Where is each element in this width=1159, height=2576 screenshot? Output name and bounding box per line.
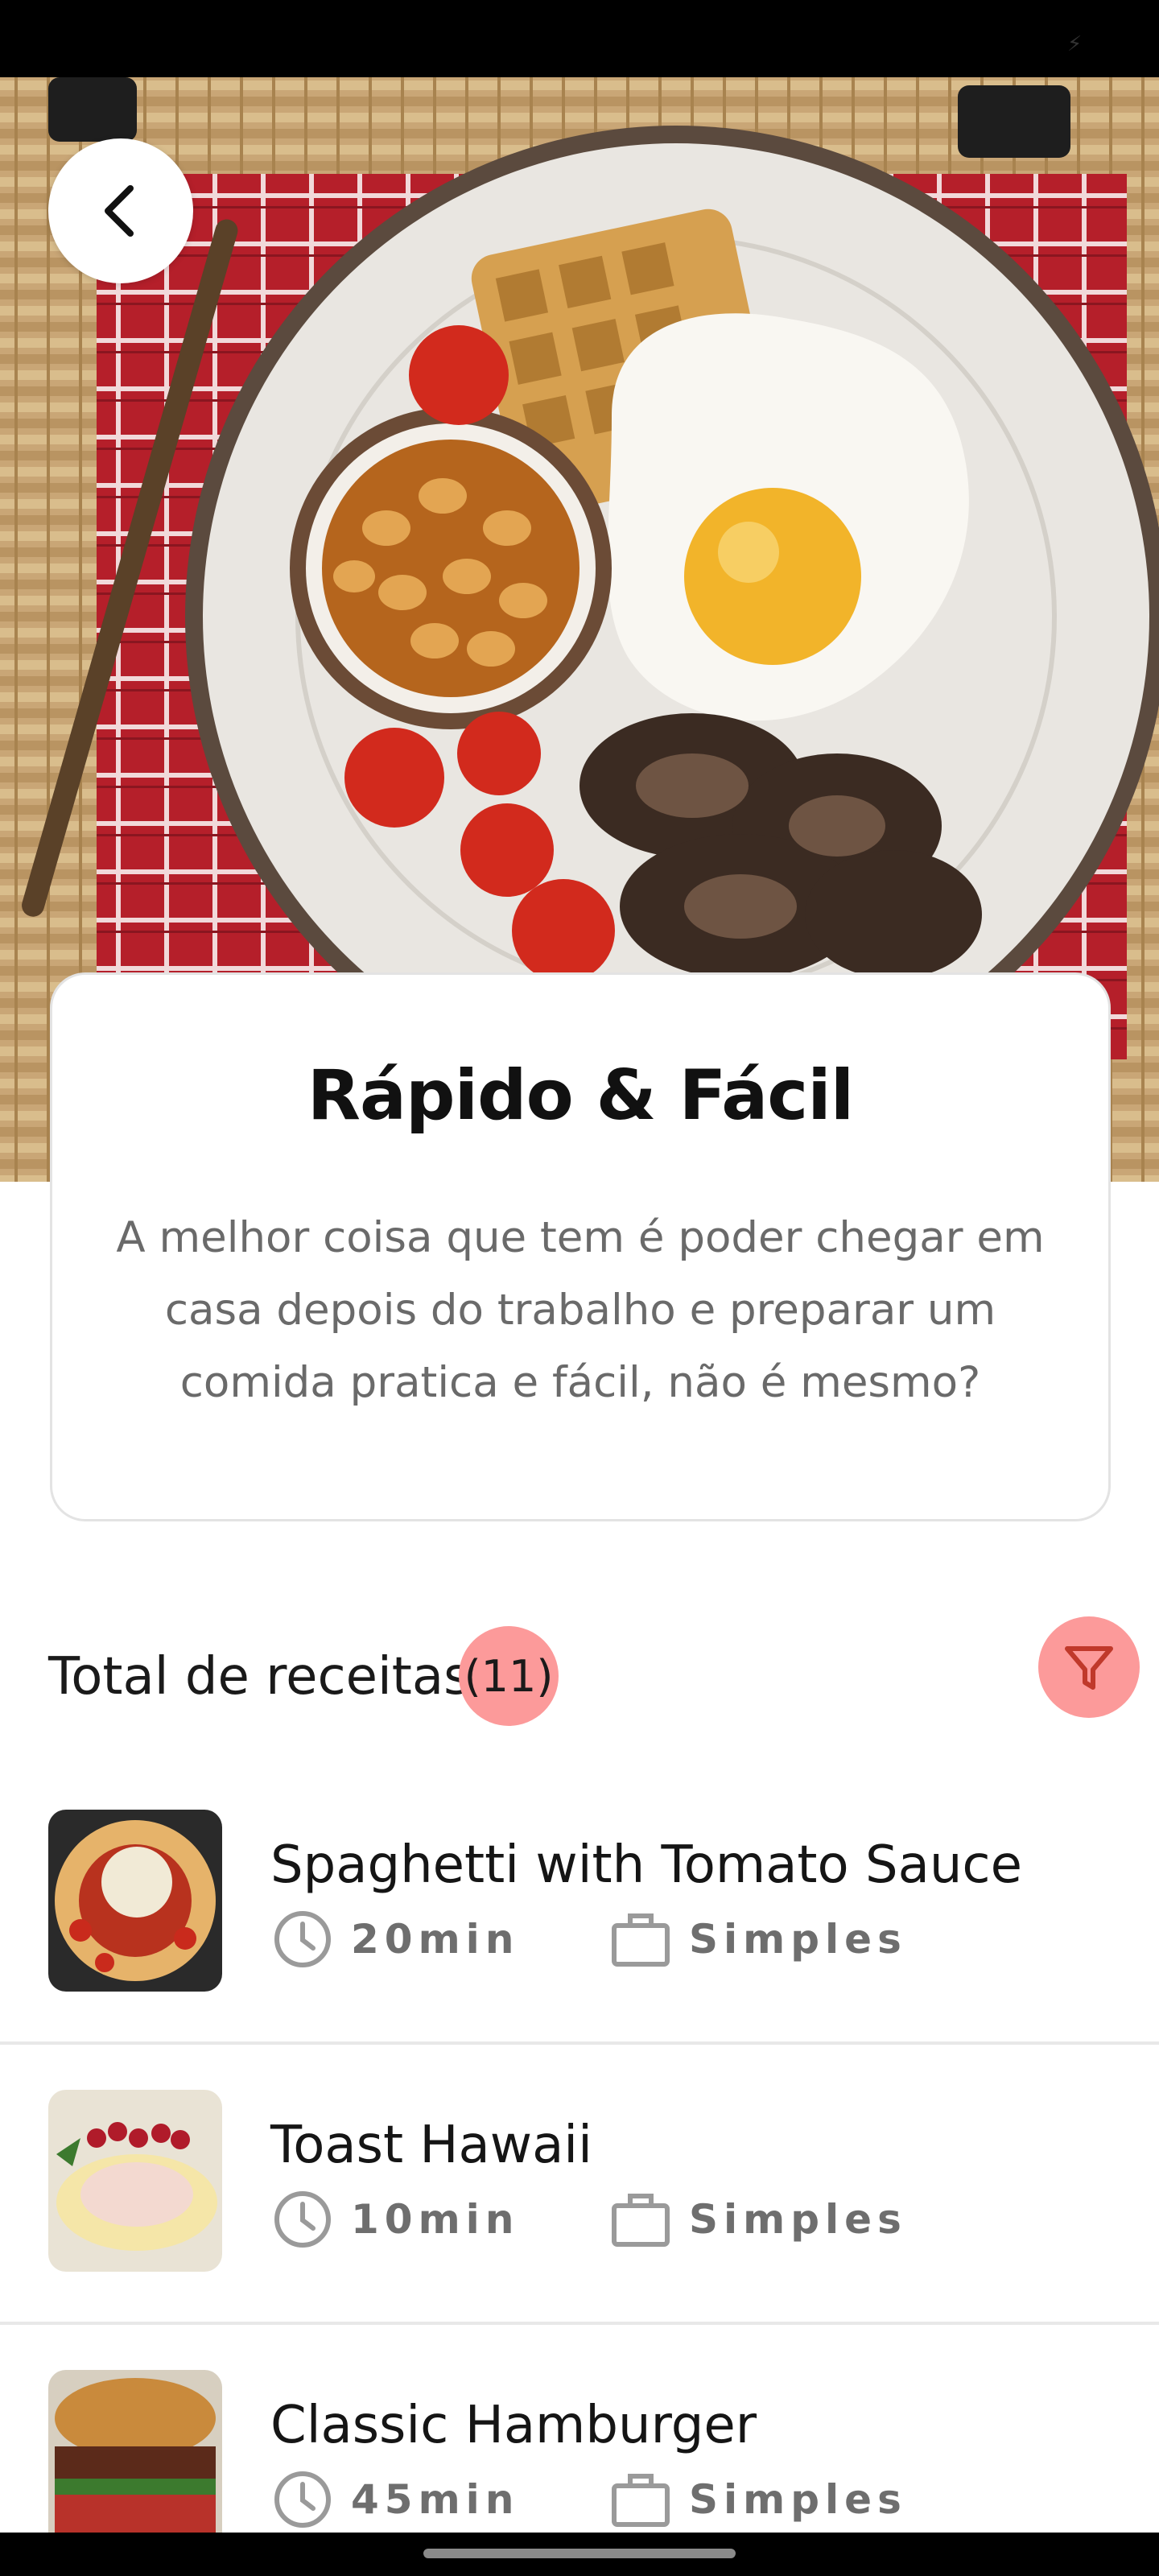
recipe-meta: 20min Simples bbox=[270, 1903, 907, 1975]
total-recipes-row: Total de receitas (11) bbox=[48, 1616, 1140, 1731]
total-recipes-count-badge: (11) bbox=[459, 1626, 559, 1726]
clock-icon bbox=[270, 2467, 335, 2532]
recipe-complexity: Simples bbox=[689, 2196, 907, 2243]
recipe-name: Toast Hawaii bbox=[270, 2116, 592, 2175]
recipe-name: Classic Hamburger bbox=[270, 2396, 757, 2455]
page-title: Rápido & Fácil bbox=[307, 1055, 855, 1136]
recipe-duration: 20min bbox=[351, 1916, 520, 1963]
recipe-complexity: Simples bbox=[689, 2476, 907, 2523]
filter-button[interactable] bbox=[1038, 1616, 1140, 1718]
intro-description: A melhor coisa que tem é poder chegar em… bbox=[116, 1213, 1045, 1407]
battery-icon: ⚡︎ bbox=[1067, 32, 1083, 56]
recipe-list-item[interactable]: Spaghetti with Tomato Sauce 20min Simple… bbox=[0, 1765, 1159, 2045]
briefcase-icon bbox=[608, 2187, 673, 2252]
recipe-thumbnail bbox=[48, 1810, 222, 1992]
filter-funnel-icon bbox=[1065, 1646, 1113, 1690]
recipe-name: Spaghetti with Tomato Sauce bbox=[270, 1835, 1022, 1895]
recipe-thumbnail bbox=[48, 2370, 222, 2552]
toast-hawaii-image bbox=[48, 2090, 222, 2272]
back-button[interactable] bbox=[48, 138, 193, 283]
briefcase-icon bbox=[608, 2467, 673, 2532]
status-bar: ⚡︎ bbox=[0, 0, 1159, 77]
home-gesture-handle[interactable] bbox=[423, 2549, 736, 2558]
recipe-duration: 10min bbox=[351, 2196, 520, 2243]
spaghetti-image bbox=[48, 1810, 222, 1992]
briefcase-icon bbox=[608, 1907, 673, 1971]
recipe-list-item[interactable]: Toast Hawaii 10min Simples bbox=[0, 2045, 1159, 2325]
recipe-thumbnail bbox=[48, 2090, 222, 2272]
recipe-duration: 45min bbox=[351, 2476, 520, 2523]
hamburger-image bbox=[48, 2370, 222, 2552]
total-recipes-label: Total de receitas bbox=[48, 1647, 471, 1707]
recipe-meta: 10min Simples bbox=[270, 2183, 907, 2256]
clock-icon bbox=[270, 2187, 335, 2252]
intro-card: Rápido & Fácil A melhor coisa que tem é … bbox=[50, 972, 1111, 1521]
chevron-left-icon bbox=[105, 185, 134, 237]
recipe-meta: 45min Simples bbox=[270, 2463, 907, 2536]
recipe-complexity: Simples bbox=[689, 1916, 907, 1963]
clock-icon bbox=[270, 1907, 335, 1971]
recipe-list: Spaghetti with Tomato Sauce 20min Simple… bbox=[0, 1765, 1159, 2576]
system-navigation-bar bbox=[0, 2533, 1159, 2576]
